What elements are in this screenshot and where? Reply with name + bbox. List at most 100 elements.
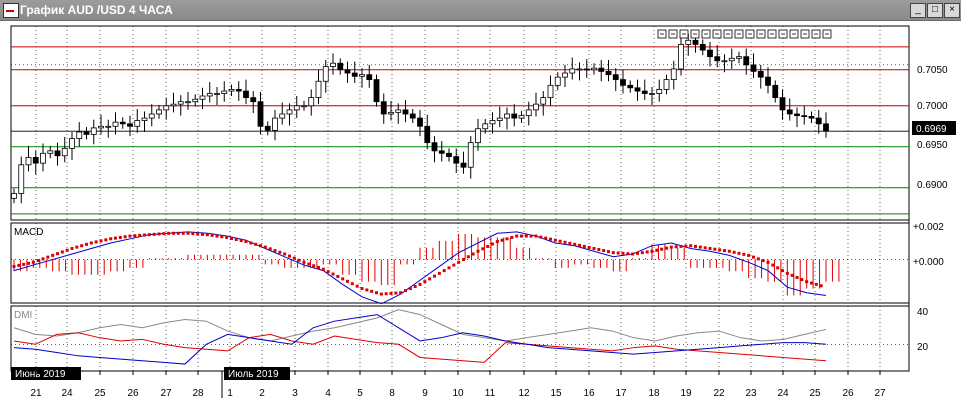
maximize-button[interactable]: □ (927, 3, 943, 18)
macd-signal-dot (607, 250, 610, 254)
candle-body (482, 123, 489, 130)
window-title: График AUD /USD 4 ЧАСА (20, 3, 173, 17)
macd-signal-dot (534, 234, 538, 238)
candle-body (409, 113, 416, 119)
macd-signal-dot (99, 239, 103, 243)
macd-signal-dot (109, 237, 113, 241)
macd-signal-dot (147, 233, 151, 237)
candle-body (156, 109, 162, 115)
candle-body (670, 68, 677, 80)
candle-body (612, 74, 619, 80)
candle-body (228, 89, 235, 92)
macd-signal-dot (481, 247, 485, 251)
candle-body (620, 79, 626, 86)
macd-signal-dot (563, 240, 567, 244)
macd-signal-dot (60, 250, 64, 254)
macd-signal-dot (781, 269, 784, 273)
x-tick-day: 18 (648, 388, 660, 399)
price-panel[interactable] (10, 25, 910, 221)
candle-body (714, 56, 721, 62)
macd-signal-dot (462, 258, 465, 262)
candle-body (32, 156, 39, 164)
macd-signal-dot (650, 249, 654, 253)
candle-body (83, 131, 90, 135)
macd-signal-dot (273, 249, 277, 253)
macd-signal-dot (360, 287, 364, 291)
x-tick-day: 15 (550, 388, 562, 399)
x-tick-day: 8 (389, 388, 395, 399)
candle-body (18, 164, 25, 194)
candle-body (794, 113, 800, 117)
macd-signal-dot (732, 250, 736, 254)
macd-signal-dot (621, 251, 625, 255)
candle-body (98, 125, 104, 129)
macd-signal-dot (544, 236, 548, 240)
minimize-button[interactable]: _ (910, 3, 926, 18)
candle-body (598, 67, 605, 72)
macd-signal-dot (196, 232, 200, 236)
candle-body (424, 125, 431, 144)
candle-body (402, 109, 409, 115)
macd-signal-dot (723, 249, 726, 253)
candle-body (453, 156, 460, 164)
candle-body (547, 84, 554, 99)
candle-body (663, 79, 670, 90)
macd-signal-dot (56, 252, 59, 256)
macd-signal-dot (394, 291, 398, 295)
candle-body (540, 97, 547, 105)
candle-body (685, 39, 692, 45)
macd-signal-dot (128, 234, 132, 238)
candle-body (728, 57, 735, 62)
x-tick-day: 5 (357, 388, 363, 399)
candle-body (496, 117, 503, 121)
x-tick-day: 26 (127, 388, 139, 399)
macd-signal-dot (660, 247, 664, 251)
candle-body (54, 150, 61, 157)
candle-body (119, 121, 126, 125)
candle-body (40, 152, 46, 164)
candle-body (90, 127, 97, 135)
candle-body (489, 120, 496, 125)
candle-body (185, 101, 191, 104)
candle-body (707, 49, 713, 58)
macd-signal-dot (810, 281, 813, 285)
macd-signal-dot (404, 289, 407, 293)
candle-body (330, 62, 336, 67)
macd-signal-dot (805, 280, 809, 284)
macd-signal-dot (785, 271, 789, 275)
macd-signal-dot (350, 282, 354, 286)
macd-signal-dot (114, 236, 117, 240)
macd-label: MACD (14, 227, 43, 238)
y-tick-price-2: 0.7000 (917, 101, 948, 112)
macd-signal-dot (297, 258, 301, 262)
candle-body (221, 90, 228, 94)
chart-area[interactable]: 0.7050 0.7000 0.6950 0.6900 0.6969 MACD … (0, 20, 961, 405)
candle-body (177, 101, 184, 105)
x-tick-day: 16 (583, 388, 595, 399)
macd-signal-dot (457, 260, 461, 264)
candle-body (250, 97, 257, 103)
macd-signal-dot (307, 262, 311, 266)
macd-signal-dot (515, 234, 519, 238)
candle-body (170, 103, 177, 107)
close-button[interactable]: × (944, 3, 960, 18)
macd-signal-dot (698, 245, 702, 249)
macd-signal-dot (684, 244, 688, 248)
macd-signal-dot (143, 233, 146, 237)
macd-signal-dot (210, 233, 214, 237)
macd-signal-dot (379, 292, 383, 296)
x-tick-day: 10 (452, 388, 464, 399)
macd-signal-dot (138, 233, 142, 237)
candle-body (475, 128, 481, 144)
macd-signal-dot (278, 250, 282, 254)
macd-signal-dot (85, 242, 88, 246)
macd-signal-dot (771, 263, 775, 267)
candle-body (141, 117, 148, 121)
macd-signal-dot (814, 282, 818, 286)
candle-body (105, 125, 112, 128)
candle-body (76, 131, 83, 139)
macd-signal-dot (80, 244, 84, 248)
macd-signal-dot (133, 234, 137, 238)
window-titlebar[interactable]: График AUD /USD 4 ЧАСА _ □ × (0, 0, 961, 21)
candle-body (61, 147, 68, 157)
